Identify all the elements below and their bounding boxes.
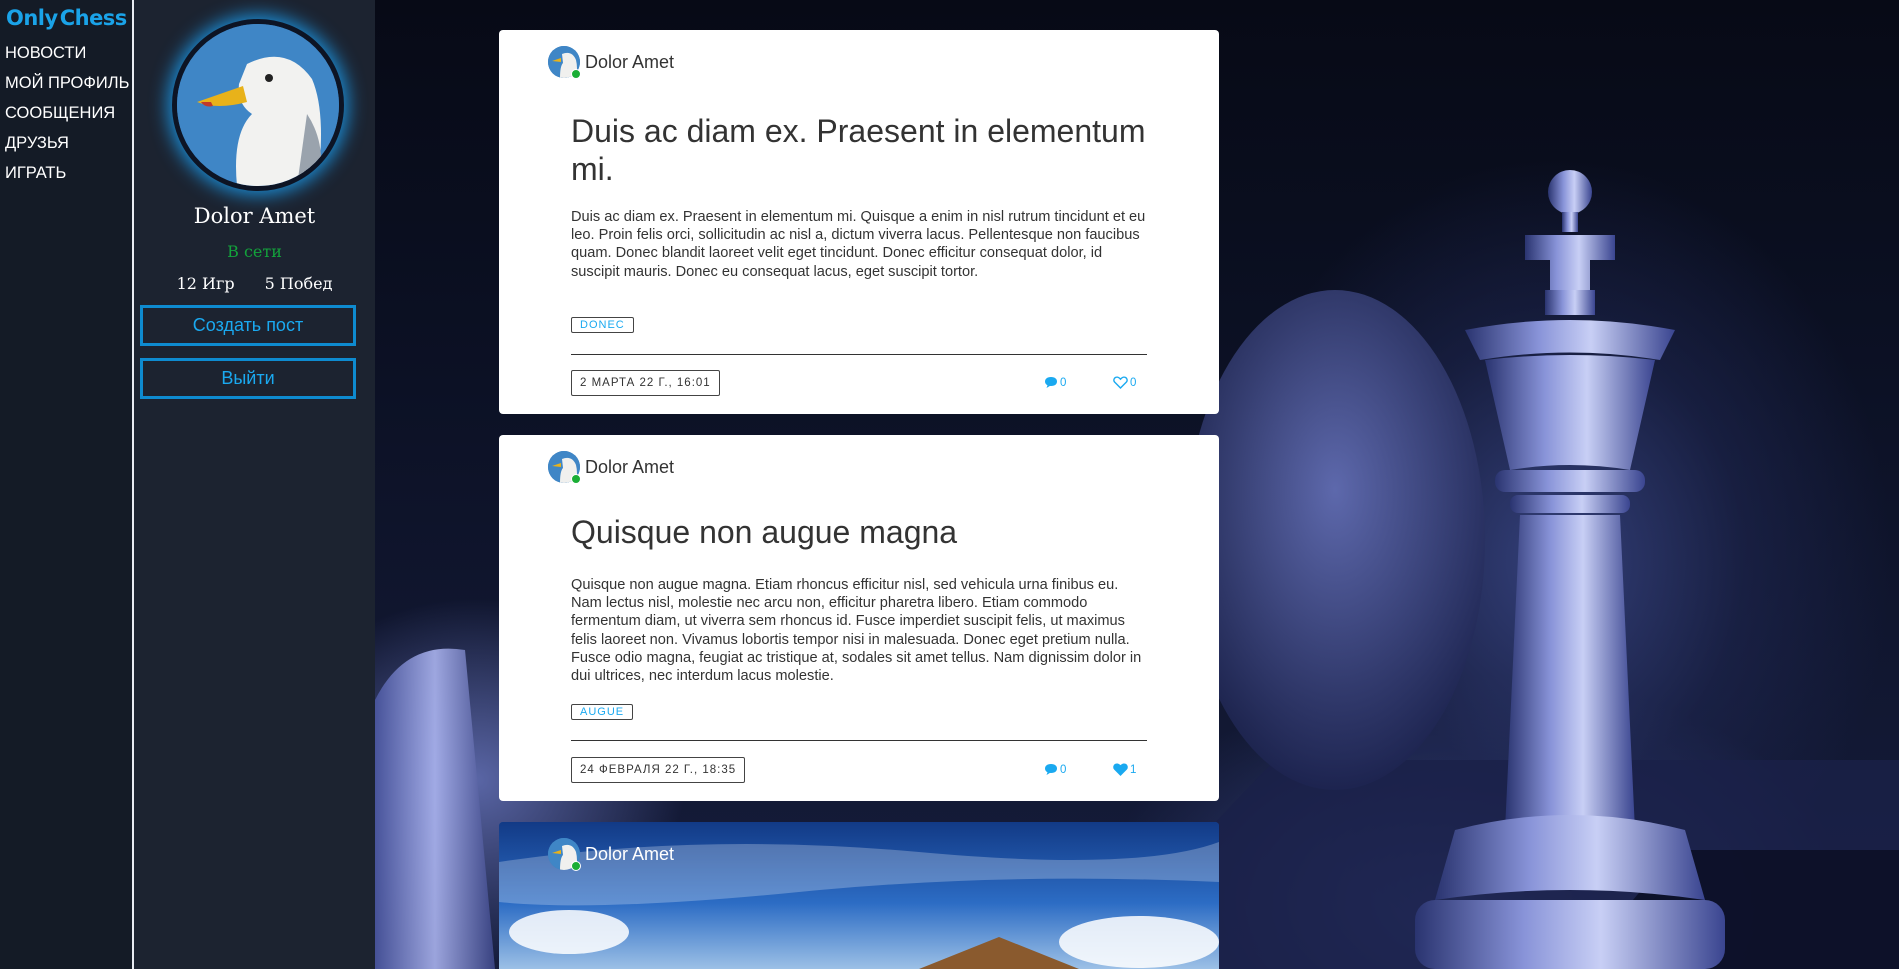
online-status: В сети [227,242,282,261]
likes-number: 1 [1130,763,1137,776]
likes-count[interactable]: 0 [1113,376,1136,389]
logo[interactable]: Only Chess [0,0,132,30]
likes-count[interactable]: 1 [1113,763,1136,776]
profile-panel: Dolor Amet В сети 12 Игр 5 Побед Создать… [134,0,375,969]
wins-count: 5 Побед [264,274,333,293]
post-author[interactable]: Dolor Amet [548,451,675,484]
author-name: Dolor Amet [585,843,675,864]
nav-item-my-profile[interactable]: МОЙ ПРОФИЛЬ [0,68,132,98]
comment-icon [1045,764,1057,775]
author-avatar [548,451,581,484]
post-date: 24 ФЕВРАЛЯ 22 Г., 18:35 [571,757,746,783]
author-avatar [548,838,581,871]
profile-avatar[interactable] [172,19,344,191]
nav-menu: НОВОСТИ МОЙ ПРОФИЛЬ СООБЩЕНИЯ ДРУЗЬЯ ИГР… [0,38,132,188]
post-tag[interactable]: AUGUE [571,704,634,720]
post-card: Dolor Amet Quisque non augue magna Quisq… [499,435,1219,801]
create-post-button[interactable]: Создать пост [140,305,356,346]
nav-item-play[interactable]: ИГРАТЬ [0,158,132,188]
profile-stats: 12 Игр 5 Побед [134,274,375,293]
author-avatar [548,46,581,79]
post-author[interactable]: Dolor Amet [548,46,675,79]
post-body: Duis ac diam ex. Praesent in elementum m… [571,209,1146,280]
author-name: Dolor Amet [585,456,675,477]
games-count: 12 Игр [176,274,235,293]
comments-count[interactable]: 0 [1044,376,1066,389]
online-indicator [571,861,581,871]
nav-item-messages[interactable]: СООБЩЕНИЯ [0,98,132,128]
post-divider [571,354,1147,355]
profile-name: Dolor Amet [193,204,316,228]
logo-text-only: Only [6,6,58,30]
post-card: Dolor Amet [499,822,1219,969]
post-author[interactable]: Dolor Amet [548,838,675,871]
likes-number: 0 [1130,376,1137,389]
post-date: 2 МАРТА 22 Г., 16:01 [571,370,720,396]
nav-item-news[interactable]: НОВОСТИ [0,38,132,68]
comments-number: 0 [1060,763,1067,776]
seagull-avatar-image [177,24,339,186]
online-indicator [571,69,581,79]
comments-number: 0 [1060,376,1067,389]
author-name: Dolor Amet [585,51,675,72]
heart-icon [1113,376,1128,389]
post-title: Duis ac diam ex. Praesent in elementum m… [571,113,1146,187]
post-tag[interactable]: DONEC [571,317,634,333]
comment-icon [1045,377,1057,388]
nav-item-friends[interactable]: ДРУЗЬЯ [0,128,132,158]
heart-icon [1113,763,1128,776]
comments-count[interactable]: 0 [1044,763,1066,776]
post-divider [571,740,1147,741]
post-title: Quisque non augue magna [571,514,958,550]
logout-button[interactable]: Выйти [140,358,356,399]
post-card: Dolor Amet Duis ac diam ex. Praesent in … [499,30,1219,414]
main-navigation: Only Chess НОВОСТИ МОЙ ПРОФИЛЬ СООБЩЕНИЯ… [0,0,134,969]
logo-text-chess: Chess [59,6,128,30]
online-indicator [571,474,581,484]
post-body: Quisque non augue magna. Etiam rhoncus e… [571,577,1142,685]
